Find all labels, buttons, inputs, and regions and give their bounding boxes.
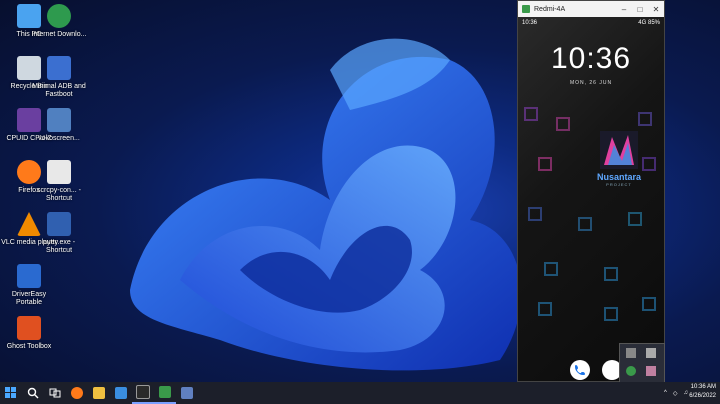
- wallpaper-tile: [538, 157, 552, 171]
- lockscreen-date: MON, 26 JUN: [569, 80, 613, 86]
- scrcpy-icon: [47, 160, 71, 184]
- wallpaper-tile: [556, 117, 570, 131]
- firefox-icon: [71, 387, 83, 399]
- task-view-button[interactable]: [44, 382, 66, 404]
- screen-recorder-icon: [47, 108, 71, 132]
- taskbar-terminal[interactable]: [132, 382, 154, 404]
- maximize-button[interactable]: □: [632, 5, 648, 14]
- wallpaper-tile: [524, 107, 538, 121]
- signal-icon: 4G: [638, 20, 647, 26]
- desktop-icon-ghost-toolbox[interactable]: Ghost Toolbox: [0, 316, 58, 366]
- wallpaper-tile: [642, 157, 656, 171]
- start-button[interactable]: [0, 382, 22, 404]
- terminal-icon: [136, 385, 150, 399]
- phone-screen[interactable]: 10:36 4G 85% 10:36 MON, 26 JUN Nusantara…: [518, 17, 664, 381]
- logo-subtext: PROJECT: [606, 182, 632, 187]
- wallpaper-tile: [538, 302, 552, 316]
- wallpaper-tile: [544, 262, 558, 276]
- usb-icon[interactable]: [646, 348, 656, 358]
- search-button[interactable]: [22, 382, 44, 404]
- phone-call-button[interactable]: [570, 360, 590, 380]
- taskbar-clock[interactable]: 10:36 AM 6/26/2022: [689, 383, 716, 401]
- tray-overflow-popup: [619, 343, 665, 383]
- drivereasy-icon: [17, 264, 41, 288]
- ghost-icon: [17, 316, 41, 340]
- desktop-icon-scrcpy[interactable]: scrcpy-con... - Shortcut: [30, 160, 88, 210]
- taskbar-mail[interactable]: [110, 382, 132, 404]
- battery-level: 85%: [647, 20, 660, 26]
- wallpaper-tile: [638, 112, 652, 126]
- window-title: Redmi-4A: [534, 5, 566, 13]
- wallpaper-tile: [578, 217, 592, 231]
- adb-icon: [47, 56, 71, 80]
- nusantara-logo-icon: [600, 131, 638, 169]
- wallpaper-tile: [604, 267, 618, 281]
- chat-icon[interactable]: [646, 366, 656, 376]
- file-explorer-icon: [93, 387, 105, 399]
- phone-icon: [575, 365, 585, 375]
- download-globe-icon: [47, 4, 71, 28]
- network-icon[interactable]: ◇: [673, 390, 678, 397]
- wallpaper-tile: [604, 307, 618, 321]
- taskbar-android[interactable]: [154, 382, 176, 404]
- desktop-icon-internet-download[interactable]: Internet Downlo...: [30, 4, 88, 54]
- android-icon: [159, 386, 171, 398]
- wallpaper-tile: [528, 207, 542, 221]
- taskbar-firefox[interactable]: [66, 382, 88, 404]
- app-icon: [181, 387, 193, 399]
- android-icon: [522, 5, 530, 13]
- desktop-icon-minimal-adb[interactable]: Minimal ADB and Fastboot: [30, 56, 88, 106]
- scrcpy-window[interactable]: Redmi-4A – □ ✕ 10:36 4G 85% 10:36 MON, 2…: [517, 0, 665, 382]
- logo-text: Nusantara: [596, 172, 641, 182]
- status-right: 4G 85%: [638, 20, 660, 30]
- taskbar-file-explorer[interactable]: [88, 382, 110, 404]
- close-button[interactable]: ✕: [648, 5, 664, 14]
- desktop-icon-putty[interactable]: putty.exe - Shortcut: [30, 212, 88, 262]
- task-view-icon: [49, 388, 61, 398]
- lockscreen-clock: 10:36: [550, 42, 632, 75]
- download-icon[interactable]: [626, 366, 636, 376]
- start-icon: [5, 387, 16, 398]
- taskbar-app[interactable]: [176, 382, 198, 404]
- taskbar: [0, 382, 720, 404]
- desktop-icon-vokoscreen[interactable]: vokoscreen...: [30, 108, 88, 158]
- taskbar-date: 6/26/2022: [689, 393, 716, 399]
- taskbar-time: 10:36 AM: [690, 384, 716, 390]
- minimize-button[interactable]: –: [616, 5, 632, 14]
- window-titlebar[interactable]: Redmi-4A – □ ✕: [518, 1, 664, 17]
- search-icon: [27, 387, 39, 399]
- desktop-icon-drivereasy[interactable]: DriverEasy Portable: [0, 264, 58, 314]
- mail-icon: [115, 387, 127, 399]
- putty-icon: [47, 212, 71, 236]
- status-time: 10:36: [522, 20, 538, 26]
- chevron-up-icon[interactable]: ^: [664, 390, 667, 396]
- phone-statusbar: 10:36 4G 85%: [522, 20, 660, 30]
- volume-icon[interactable]: ♫: [684, 390, 689, 396]
- wallpaper-tile: [642, 297, 656, 311]
- tray-app-icon[interactable]: [626, 348, 636, 358]
- wallpaper-tile: [628, 212, 642, 226]
